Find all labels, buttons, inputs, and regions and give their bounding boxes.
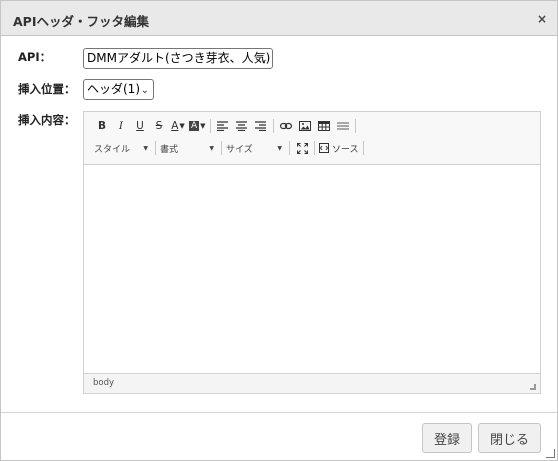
toolbar-separator — [362, 141, 364, 155]
element-path[interactable]: body — [93, 378, 114, 388]
toolbar-separator — [221, 141, 222, 155]
close-button[interactable]: 閉じる — [478, 423, 541, 453]
dialog-title: APIヘッダ・フッタ編集 — [13, 14, 149, 29]
format-combo-label: 書式 — [160, 144, 179, 155]
toolbar-row-2: スタイル ▼ 書式 ▼ サイズ ▼ ソース — [94, 139, 368, 157]
toolbar-separator — [354, 119, 356, 133]
size-combo-label: サイズ — [226, 144, 253, 155]
position-label: 挿入位置： — [18, 82, 76, 96]
dialog-titlebar[interactable]: APIヘッダ・フッタ編集 × — [1, 1, 557, 36]
align-center-icon[interactable] — [234, 118, 250, 134]
size-combo[interactable]: サイズ ▼ — [226, 140, 286, 156]
bold-button[interactable]: B — [94, 118, 110, 134]
italic-button[interactable]: I — [113, 118, 129, 134]
api-label: API： — [18, 50, 52, 64]
underline-button[interactable]: U — [132, 118, 148, 134]
align-right-icon[interactable] — [253, 118, 269, 134]
resize-grip-icon[interactable] — [530, 384, 536, 390]
source-icon — [319, 143, 329, 153]
strikethrough-button[interactable]: S — [151, 118, 167, 134]
style-combo-label: スタイル — [94, 144, 131, 155]
style-combo[interactable]: スタイル ▼ — [94, 140, 152, 156]
close-icon[interactable]: × — [535, 12, 549, 26]
text-color-button[interactable]: A ▼ — [170, 118, 186, 134]
toolbar-row-1: B I U S A ▼ A ▼ — [94, 117, 360, 135]
link-icon[interactable] — [278, 118, 294, 134]
dialog-resize-grip-icon[interactable] — [546, 449, 555, 458]
position-select-value: ヘッダ(1) — [87, 82, 140, 96]
format-combo[interactable]: 書式 ▼ — [160, 140, 218, 156]
toolbar-separator — [209, 119, 211, 133]
footer-divider — [1, 412, 557, 413]
toolbar-separator — [155, 141, 156, 155]
maximize-icon[interactable] — [294, 140, 310, 156]
toolbar-separator — [289, 141, 290, 155]
bg-color-icon: A — [189, 121, 200, 131]
position-select[interactable]: ヘッダ(1) ⌄ — [83, 79, 154, 100]
chevron-down-icon: ⌄ — [259, 54, 268, 65]
text-color-icon: A — [171, 120, 179, 132]
chevron-down-icon: ▼ — [209, 144, 214, 152]
bg-color-button[interactable]: A ▼ — [189, 118, 206, 134]
chevron-down-icon: ▼ — [143, 144, 148, 152]
editor-content-area[interactable] — [84, 166, 540, 374]
toolbar-separator — [272, 119, 274, 133]
api-select[interactable]: DMMアダルト(さつき芽衣、人気) ⌄ — [83, 48, 273, 69]
horizontal-rule-icon[interactable] — [335, 118, 351, 134]
rich-text-editor: B I U S A ▼ A ▼ スタイル ▼ 書式 ▼ サイズ ▼ ソース bo… — [83, 111, 541, 394]
source-label: ソース — [332, 144, 359, 155]
chevron-down-icon: ▼ — [277, 144, 282, 152]
image-icon[interactable] — [297, 118, 313, 134]
api-select-value: DMMアダルト(さつき芽衣、人気) — [87, 51, 271, 65]
table-icon[interactable] — [316, 118, 332, 134]
api-header-footer-dialog: APIヘッダ・フッタ編集 × API： DMMアダルト(さつき芽衣、人気) ⌄ … — [0, 0, 558, 461]
toolbar-separator — [314, 141, 315, 155]
content-label: 挿入内容： — [18, 113, 76, 127]
align-left-icon[interactable] — [215, 118, 231, 134]
chevron-down-icon: ⌄ — [140, 85, 149, 96]
source-button[interactable]: ソース — [319, 140, 359, 156]
register-button[interactable]: 登録 — [422, 423, 472, 453]
editor-statusbar: body — [84, 373, 540, 393]
editor-toolbar: B I U S A ▼ A ▼ スタイル ▼ 書式 ▼ サイズ ▼ ソース — [84, 112, 540, 165]
